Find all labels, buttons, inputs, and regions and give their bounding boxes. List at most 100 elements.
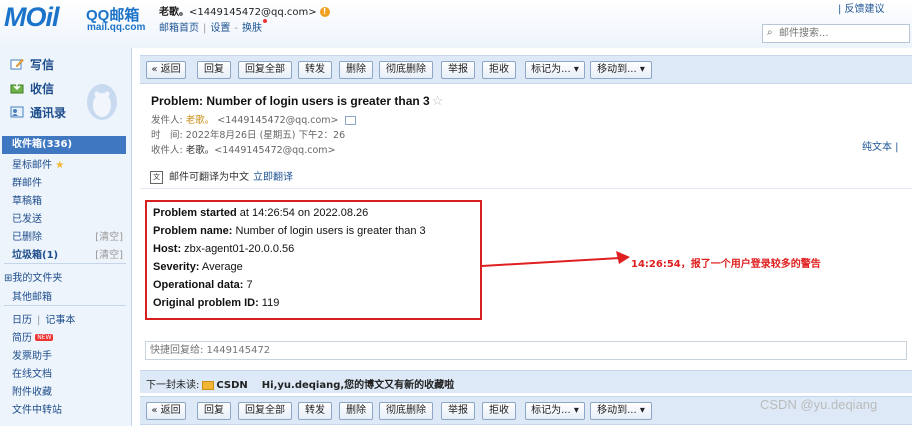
next-unread[interactable]: 下一封未读: CSDN Hi,yu.deqiang,您的博文又有新的收藏啦 bbox=[146, 376, 454, 391]
search-input[interactable] bbox=[779, 25, 905, 42]
sidebar-item-attachments[interactable]: 附件收藏 bbox=[12, 383, 52, 398]
top-toolbar: « 返回 回复 回复全部 转发 删除 彻底删除 举报 拒收 标记为... ▾ 移… bbox=[140, 55, 912, 84]
sidebar: 写信 收信 通讯录 收件箱(336) 星标邮件 ★ 群邮件 草稿箱 已发送 已删… bbox=[0, 48, 132, 426]
star-icon: ★ bbox=[55, 160, 65, 171]
from-email: <1449145472@qq.com> bbox=[217, 115, 339, 126]
time-value: 2022年8月26日 (星期五) 下午2：26 bbox=[185, 130, 346, 141]
sidebar-item-other-mailbox[interactable]: 其他邮箱 bbox=[12, 288, 52, 303]
translate-bar: 文邮件可翻译为中文 立即翻译 bbox=[150, 168, 293, 184]
sidebar-item-invoice-helper[interactable]: 发票助手 bbox=[12, 347, 52, 362]
forward-button[interactable]: 转发 bbox=[298, 61, 332, 79]
search-box: ⌕ bbox=[762, 24, 910, 43]
contact-card-icon[interactable] bbox=[344, 116, 356, 125]
sidebar-item-inbox[interactable]: 收件箱(336) bbox=[2, 136, 126, 154]
receive-label: 收信 bbox=[30, 82, 55, 96]
reply-button[interactable]: 回复 bbox=[197, 61, 231, 79]
next-source: CSDN bbox=[216, 380, 248, 391]
sidebar-item-starred[interactable]: 星标邮件 ★ bbox=[12, 156, 64, 171]
user-name: 老歌。 bbox=[159, 7, 189, 18]
calendar-link[interactable]: 日历 bbox=[12, 315, 32, 326]
to-label: 收件人: bbox=[151, 145, 183, 156]
feedback-link[interactable]: | 反馈建议 bbox=[838, 0, 885, 15]
email-subject: Problem: Number of login users is greate… bbox=[151, 93, 443, 109]
reject-button[interactable]: 拒收 bbox=[482, 61, 516, 79]
receive-button[interactable]: 收信 bbox=[10, 80, 54, 97]
reply-all-button[interactable]: 回复全部 bbox=[238, 402, 292, 420]
sidebar-item-spam[interactable]: 垃圾箱(1) bbox=[12, 246, 58, 261]
reply-button[interactable]: 回复 bbox=[197, 402, 231, 420]
notification-dot-icon bbox=[262, 19, 267, 23]
empty-spam-link[interactable]: [清空] bbox=[95, 246, 123, 261]
top-links: 邮箱首页 | 设置 - 换肤 bbox=[159, 19, 267, 34]
delete-permanently-button[interactable]: 彻底删除 bbox=[379, 402, 433, 420]
compose-label: 写信 bbox=[30, 58, 55, 72]
settings-link[interactable]: 设置 bbox=[210, 23, 230, 34]
delete-button[interactable]: 删除 bbox=[339, 402, 373, 420]
alert-line-operational-data: Operational data: 7 bbox=[153, 279, 253, 291]
envelope-icon bbox=[202, 380, 215, 390]
move-to-dropdown[interactable]: 移动到... ▾ bbox=[590, 402, 652, 420]
mailbox-home-link[interactable]: 邮箱首页 bbox=[159, 23, 199, 34]
translate-note: 邮件可翻译为中文 bbox=[169, 172, 249, 183]
alert-line-problem-name: Problem name: Number of login users is g… bbox=[153, 225, 426, 237]
sidebar-item-resume[interactable]: 简历 NEW bbox=[12, 329, 54, 344]
delete-button[interactable]: 删除 bbox=[339, 61, 373, 79]
sidebar-item-group-mail[interactable]: 群邮件 bbox=[12, 174, 42, 189]
sidebar-item-deleted[interactable]: 已删除 bbox=[12, 228, 42, 243]
watermark: CSDN @yu.deqiang bbox=[760, 397, 878, 412]
move-to-dropdown[interactable]: 移动到... ▾ bbox=[590, 61, 652, 79]
next-title[interactable]: Hi,yu.deqiang,您的博文又有新的收藏啦 bbox=[262, 380, 454, 391]
compose-button[interactable]: 写信 bbox=[10, 56, 54, 73]
my-folders-toggle[interactable]: ⊞我的文件夹 bbox=[4, 269, 62, 284]
forward-button[interactable]: 转发 bbox=[298, 402, 332, 420]
header: MOil QQ邮箱 mail.qq.com 老歌。<1449145472@qq.… bbox=[0, 0, 912, 48]
change-skin-link[interactable]: 换肤 bbox=[242, 23, 262, 34]
to-name[interactable]: 老歌。 bbox=[186, 145, 215, 156]
mark-as-dropdown[interactable]: 标记为... ▾ bbox=[525, 402, 585, 420]
divider bbox=[140, 188, 912, 189]
star-outline-icon[interactable]: ☆ bbox=[432, 93, 444, 108]
quick-reply-box bbox=[145, 341, 907, 360]
contacts-button[interactable]: 通讯录 bbox=[10, 104, 66, 121]
pencil-icon bbox=[10, 58, 24, 70]
contacts-label: 通讯录 bbox=[30, 106, 67, 120]
divider bbox=[4, 263, 126, 264]
logo-url: mail.qq.com bbox=[87, 22, 146, 33]
delete-permanently-button[interactable]: 彻底删除 bbox=[379, 61, 433, 79]
subject-text: Problem: Number of login users is greate… bbox=[151, 94, 430, 108]
time-label: 时 间: bbox=[151, 130, 183, 141]
sidebar-item-drafts[interactable]: 草稿箱 bbox=[12, 192, 42, 207]
alert-line-severity: Severity: Average bbox=[153, 261, 243, 273]
to-email: <1449145472@qq.com> bbox=[214, 145, 336, 156]
sidebar-item-file-transfer[interactable]: 文件中转站 bbox=[12, 401, 62, 416]
back-button[interactable]: « 返回 bbox=[146, 402, 186, 420]
notebook-link[interactable]: 记事本 bbox=[45, 315, 75, 326]
divider bbox=[4, 305, 126, 306]
contacts-icon bbox=[10, 106, 24, 118]
main-content: « 返回 回复 回复全部 转发 删除 彻底删除 举报 拒收 标记为... ▾ 移… bbox=[140, 48, 912, 426]
sidebar-item-sent[interactable]: 已发送 bbox=[12, 210, 42, 225]
mark-as-dropdown[interactable]: 标记为... ▾ bbox=[525, 61, 585, 79]
from-label: 发件人: bbox=[151, 115, 183, 126]
from-row: 发件人: 老歌。 <1449145472@qq.com> bbox=[151, 112, 356, 126]
back-button[interactable]: « 返回 bbox=[146, 61, 186, 79]
report-button[interactable]: 举报 bbox=[441, 402, 475, 420]
to-row: 收件人: 老歌。<1449145472@qq.com> bbox=[151, 142, 335, 156]
quick-reply-input[interactable] bbox=[150, 342, 890, 359]
translate-now-link[interactable]: 立即翻译 bbox=[253, 172, 293, 183]
sidebar-item-online-docs[interactable]: 在线文档 bbox=[12, 365, 52, 380]
next-unread-bar: 下一封未读: CSDN Hi,yu.deqiang,您的博文又有新的收藏啦 bbox=[140, 370, 912, 393]
from-name[interactable]: 老歌。 bbox=[186, 115, 215, 126]
tools-row: 日历 | 记事本 bbox=[12, 315, 76, 326]
logo[interactable]: MOil bbox=[4, 2, 59, 33]
empty-deleted-link[interactable]: [清空] bbox=[95, 228, 123, 243]
reply-all-button[interactable]: 回复全部 bbox=[238, 61, 292, 79]
reject-button[interactable]: 拒收 bbox=[482, 402, 516, 420]
alert-line-host: Host: zbx-agent01-20.0.0.56 bbox=[153, 243, 295, 255]
plain-text-link[interactable]: 纯文本 | bbox=[862, 138, 899, 153]
user-email: <1449145472@qq.com> bbox=[189, 7, 317, 18]
warning-icon[interactable]: ! bbox=[319, 7, 330, 17]
resume-label: 简历 bbox=[12, 333, 32, 344]
alert-line-started: Problem started at 14:26:54 on 2022.08.2… bbox=[153, 207, 369, 219]
report-button[interactable]: 举报 bbox=[441, 61, 475, 79]
